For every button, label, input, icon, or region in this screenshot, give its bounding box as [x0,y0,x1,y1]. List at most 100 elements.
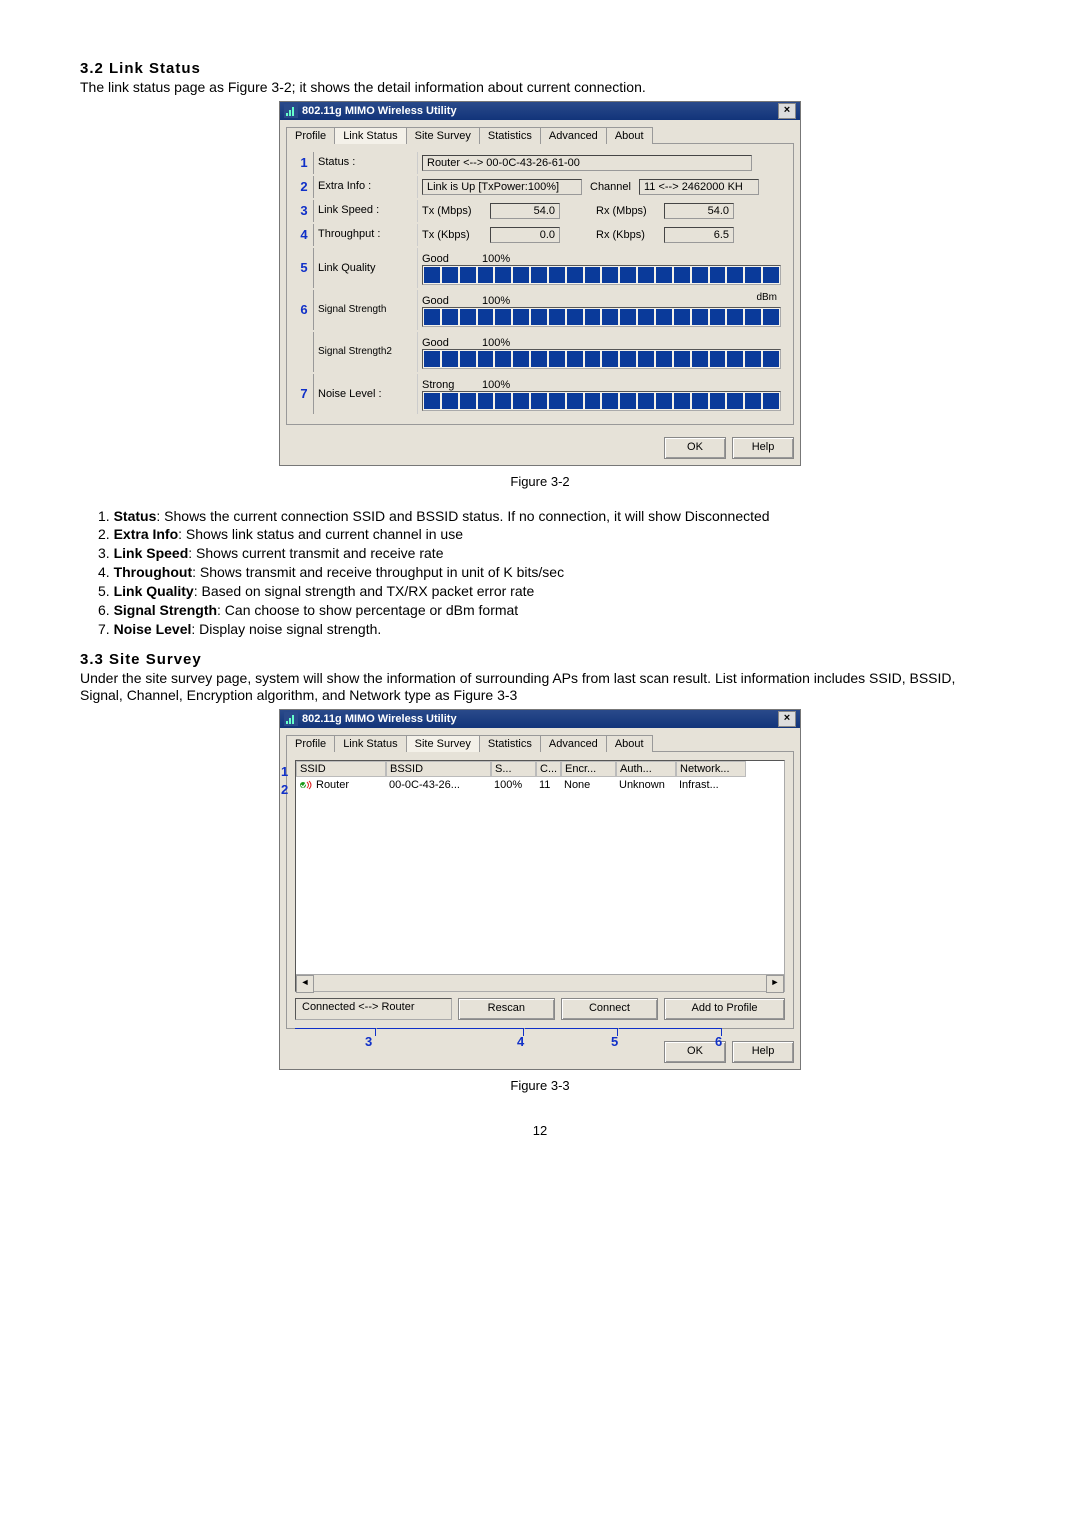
app-icon [284,104,298,118]
scroll-right-icon[interactable]: ► [766,975,784,993]
site-survey-dialog: 802.11g MIMO Wireless Utility × Profile … [279,709,801,1070]
tx-kbps-label: Tx (Kbps) [422,229,482,241]
tab-statistics[interactable]: Statistics [479,127,541,144]
tab-statistics-2[interactable]: Statistics [479,735,541,752]
tab-link-status[interactable]: Link Status [334,127,406,144]
tab-link-status-2[interactable]: Link Status [334,735,406,752]
ap-list-header: SSID BSSID S... C... Encr... Auth... Net… [296,761,784,777]
nl-label: Noise Level : [314,374,418,414]
callout-1: 1 [295,152,314,174]
help-button-2[interactable]: Help [732,1041,794,1063]
hscroll[interactable]: ◄ ► [296,974,784,991]
ss2-good: Good [422,337,482,349]
ss-pct: 100% [482,295,510,307]
tab-site-survey-2[interactable]: Site Survey [406,735,480,752]
cell-network: Infrast... [676,777,746,793]
tab-about-2[interactable]: About [606,735,653,752]
ss-callout-2: 2 [281,782,288,797]
figure-3-2-caption: Figure 3-2 [80,474,1000,489]
tab-profile[interactable]: Profile [286,127,335,144]
tab-advanced[interactable]: Advanced [540,127,607,144]
section-3-3-intro: Under the site survey page, system will … [80,670,1000,705]
close-icon-2[interactable]: × [778,711,796,727]
cell-bssid: 00-0C-43-26... [386,777,491,793]
window-title: 802.11g MIMO Wireless Utility [302,102,457,120]
tab-site-survey[interactable]: Site Survey [406,127,480,144]
rx-kbps: 6.5 [664,227,734,243]
connect-button[interactable]: Connect [561,998,658,1020]
rx-mbps: 54.0 [664,203,734,219]
app-icon-2 [284,712,298,726]
col-auth[interactable]: Auth... [616,761,676,777]
callout-3: 3 [295,200,314,222]
lq-pct: 100% [482,253,510,265]
ap-list[interactable]: SSID BSSID S... C... Encr... Auth... Net… [295,760,785,992]
close-icon[interactable]: × [778,103,796,119]
section-3-2-list: 1. Status: Shows the current connection … [80,507,1000,639]
ss1-bar [422,307,781,327]
tabs-2: Profile Link Status Site Survey Statisti… [286,734,794,752]
cell-encr: None [561,777,616,793]
help-button[interactable]: Help [732,437,794,459]
ss-callout-1: 1 [281,764,288,779]
rx-kbps-label: Rx (Kbps) [596,229,656,241]
status-value: Router <--> 00-0C-43-26-61-00 [422,155,752,171]
ss-callout-3: 3 [365,1034,372,1049]
col-network[interactable]: Network... [676,761,746,777]
nl-bar [422,391,781,411]
lq-bar [422,265,781,285]
callout-4: 4 [295,224,314,246]
lq-label: Link Quality [314,248,418,288]
status-label: Status : [314,152,418,174]
window-title-2: 802.11g MIMO Wireless Utility [302,710,457,728]
nl-pct: 100% [482,379,510,391]
titlebar: 802.11g MIMO Wireless Utility × [280,102,800,120]
ss-callout-5: 5 [611,1034,618,1049]
cell-signal: 100% [491,777,536,793]
section-3-3-heading: 3.3 Site Survey [80,651,1000,668]
add-to-profile-button[interactable]: Add to Profile [664,998,785,1020]
ap-row[interactable]: Router 00-0C-43-26... 100% 11 None Unkno… [296,777,784,793]
connection-status: Connected <--> Router [295,998,452,1020]
channel-label: Channel [590,181,631,193]
tx-mbps: 54.0 [490,203,560,219]
tab-profile-2[interactable]: Profile [286,735,335,752]
col-channel[interactable]: C... [536,761,561,777]
callout-blank [295,332,314,372]
section-3-2-intro: The link status page as Figure 3-2; it s… [80,79,1000,97]
ap-connected-icon [299,779,313,791]
thru-label: Throughput : [314,224,418,246]
extra-value: Link is Up [TxPower:100%] [422,179,582,195]
nl-strong: Strong [422,379,482,391]
ss2-bar [422,349,781,369]
tab-about[interactable]: About [606,127,653,144]
tx-kbps: 0.0 [490,227,560,243]
titlebar-2: 802.11g MIMO Wireless Utility × [280,710,800,728]
callout-5: 5 [295,248,314,288]
callout-7: 7 [295,374,314,414]
page-number: 12 [80,1123,1000,1138]
callout-2: 2 [295,176,314,198]
rescan-button[interactable]: Rescan [458,998,555,1020]
dbm-label: dBm [756,292,777,303]
ss1-label: Signal Strength [318,304,386,315]
cell-auth: Unknown [616,777,676,793]
extra-label: Extra Info : [314,176,418,198]
rx-mbps-label: Rx (Mbps) [596,205,656,217]
ok-button[interactable]: OK [664,437,726,459]
col-bssid[interactable]: BSSID [386,761,491,777]
col-signal[interactable]: S... [491,761,536,777]
section-3-2-heading: 3.2 Link Status [80,60,1000,77]
cell-ssid: Router [316,779,349,791]
tab-advanced-2[interactable]: Advanced [540,735,607,752]
callout-6: 6 [295,290,314,330]
cell-channel: 11 [536,777,561,793]
speed-label: Link Speed : [314,200,418,222]
col-ssid[interactable]: SSID [296,761,386,777]
lq-good: Good [422,253,482,265]
figure-3-3-caption: Figure 3-3 [80,1078,1000,1093]
ss2-pct: 100% [482,337,510,349]
col-encr[interactable]: Encr... [561,761,616,777]
tx-mbps-label: Tx (Mbps) [422,205,482,217]
scroll-left-icon[interactable]: ◄ [296,975,314,993]
